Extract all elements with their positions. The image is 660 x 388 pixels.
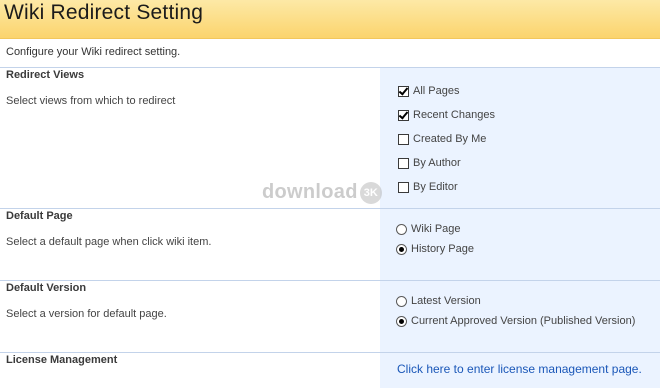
- option-latest-version[interactable]: Latest Version: [396, 295, 481, 307]
- option-created-by-me[interactable]: Created By Me: [398, 133, 486, 145]
- radio-latest-version[interactable]: [396, 295, 407, 307]
- page-title: Wiki Redirect Setting: [4, 1, 204, 24]
- checkbox-by-editor[interactable]: [398, 181, 409, 193]
- option-label: By Editor: [413, 181, 458, 193]
- option-current-approved-version[interactable]: Current Approved Version (Published Vers…: [396, 315, 635, 327]
- option-recent-changes[interactable]: Recent Changes: [398, 109, 495, 121]
- option-label: Created By Me: [413, 133, 487, 145]
- option-label: Recent Changes: [413, 109, 495, 121]
- option-label: By Author: [413, 157, 461, 169]
- radio-history-page[interactable]: [396, 243, 407, 255]
- option-wiki-page[interactable]: Wiki Page: [396, 223, 461, 235]
- divider: [0, 352, 660, 353]
- option-by-author[interactable]: By Author: [398, 157, 461, 169]
- title-bar: Wiki Redirect Setting: [0, 0, 660, 39]
- watermark-badge-icon: 3K: [359, 181, 382, 204]
- divider: [0, 280, 660, 281]
- watermark: download 3K: [262, 181, 382, 204]
- default-page-description: Select a default page when click wiki it…: [6, 236, 212, 248]
- redirect-views-description: Select views from which to redirect: [6, 95, 176, 107]
- checkbox-all-pages[interactable]: [398, 85, 409, 97]
- checkbox-created-by-me[interactable]: [398, 133, 409, 145]
- option-all-pages[interactable]: All Pages: [398, 85, 459, 97]
- radio-current-approved-version[interactable]: [396, 315, 407, 327]
- option-label: Current Approved Version (Published Vers…: [411, 315, 636, 327]
- default-version-title: Default Version: [6, 282, 87, 294]
- option-history-page[interactable]: History Page: [396, 243, 474, 255]
- option-label: Wiki Page: [411, 223, 461, 235]
- default-version-description: Select a version for default page.: [6, 308, 167, 320]
- radio-wiki-page[interactable]: [396, 223, 407, 235]
- page-intro: Configure your Wiki redirect setting.: [6, 46, 181, 58]
- option-by-editor[interactable]: By Editor: [398, 181, 458, 193]
- license-management-link[interactable]: Click here to enter license management p…: [397, 362, 642, 376]
- divider: [0, 67, 660, 68]
- option-label: Latest Version: [411, 295, 481, 307]
- watermark-text: download: [262, 181, 358, 203]
- checkbox-by-author[interactable]: [398, 157, 409, 169]
- default-page-title: Default Page: [6, 210, 73, 222]
- divider: [0, 208, 660, 209]
- redirect-views-title: Redirect Views: [6, 69, 85, 81]
- checkbox-recent-changes[interactable]: [398, 109, 409, 121]
- option-label: All Pages: [413, 85, 460, 97]
- license-management-title: License Management: [6, 354, 118, 366]
- option-label: History Page: [411, 243, 474, 255]
